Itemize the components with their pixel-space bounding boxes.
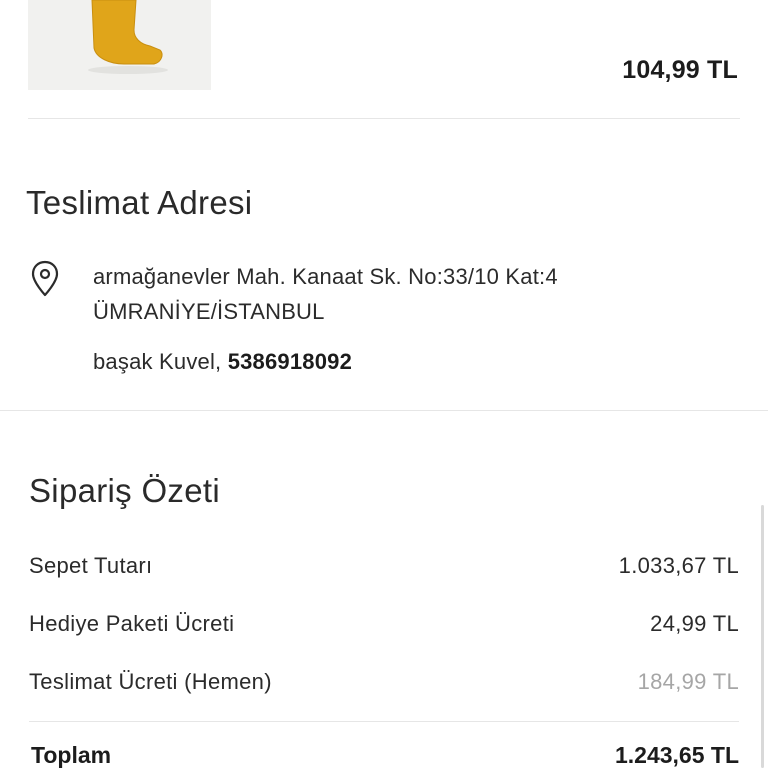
summary-row-cart-total: Sepet Tutarı 1.033,67 TL bbox=[29, 553, 739, 583]
summary-row-value: 24,99 TL bbox=[650, 611, 739, 636]
sock-image bbox=[28, 0, 211, 90]
summary-row-label: Hediye Paketi Ücreti bbox=[29, 611, 235, 636]
product-divider bbox=[28, 118, 740, 119]
recipient-name: başak Kuvel, bbox=[93, 349, 222, 374]
recipient-phone: 5386918092 bbox=[227, 349, 353, 374]
summary-total: Toplam 1.243,65 TL bbox=[29, 742, 739, 768]
summary-row-label: Sepet Tutarı bbox=[29, 553, 153, 578]
summary-row-value: 1.033,67 TL bbox=[618, 553, 739, 578]
product-price: 104,99 TL bbox=[622, 56, 738, 84]
recipient-contact: başak Kuvel, 5386918092 bbox=[93, 349, 352, 375]
summary-row-label: Teslimat Ücreti (Hemen) bbox=[29, 669, 272, 694]
delivery-address-title: Teslimat Adresi bbox=[26, 184, 253, 221]
order-summary-title: Sipariş Özeti bbox=[29, 472, 220, 509]
total-value: 1.243,65 TL bbox=[614, 742, 739, 768]
order-review-screen: 104,99 TL Teslimat Adresi armağanevler M… bbox=[0, 0, 768, 768]
product-image[interactable] bbox=[28, 0, 211, 90]
address-line-1: armağanevler Mah. Kanaat Sk. No:33/10 Ka… bbox=[93, 264, 558, 289]
summary-row-delivery-fee: Teslimat Ücreti (Hemen) 184,99 TL bbox=[29, 669, 739, 699]
total-label: Toplam bbox=[31, 742, 112, 768]
summary-row-gift-wrap: Hediye Paketi Ücreti 24,99 TL bbox=[29, 611, 739, 641]
scrollbar[interactable] bbox=[761, 505, 764, 768]
location-pin-icon bbox=[30, 260, 60, 298]
address-line-2: ÜMRANİYE/İSTANBUL bbox=[93, 299, 325, 324]
total-divider bbox=[29, 721, 739, 722]
summary-row-value: 184,99 TL bbox=[637, 669, 739, 694]
section-divider bbox=[0, 410, 768, 411]
